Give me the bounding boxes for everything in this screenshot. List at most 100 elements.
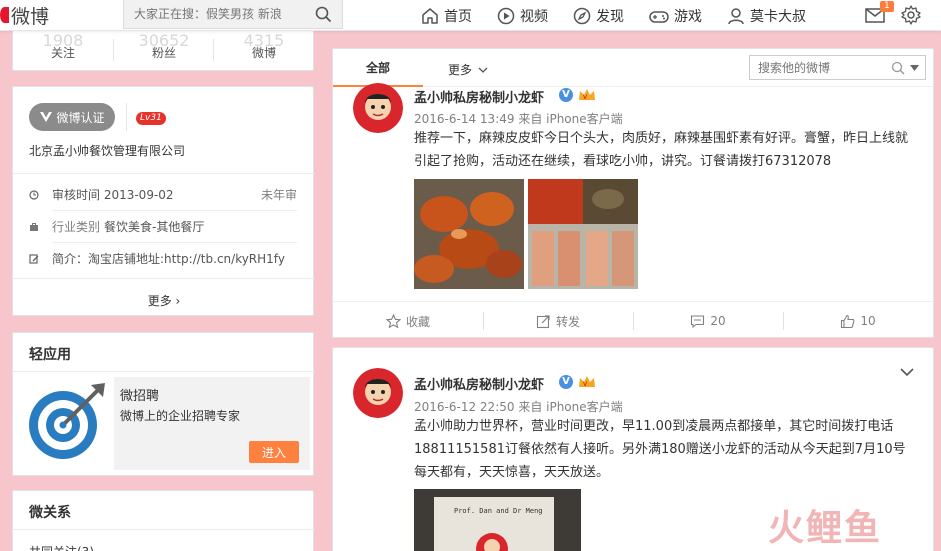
intro-row: 简介：淘宝店铺地址:http://tb.cn/kyRH1fy xyxy=(29,250,297,267)
stat-weibo-label: 微博 xyxy=(251,46,276,60)
feed-search-input[interactable] xyxy=(750,56,885,79)
site-watermark: 火鲤鱼 xyxy=(768,503,882,549)
search-icon[interactable] xyxy=(315,6,332,26)
watermark-text: 火鲤鱼 xyxy=(768,508,883,549)
repost-button[interactable]: 转发 xyxy=(483,302,633,340)
gear-icon[interactable] xyxy=(900,4,922,26)
divider xyxy=(13,371,315,372)
divider xyxy=(53,210,297,211)
review-status: 未年审 xyxy=(260,188,297,202)
post-image-bag[interactable]: Prof. Dan and Dr Meng xyxy=(414,489,581,551)
company-name: 北京孟小帅餐饮管理有限公司 xyxy=(29,144,186,158)
video-icon xyxy=(497,7,515,24)
stat-follow-label: 关注 xyxy=(50,46,75,60)
nav-home[interactable]: 首页 xyxy=(420,6,472,26)
edit-icon xyxy=(29,253,39,264)
tab-more[interactable]: 更多 xyxy=(448,61,488,78)
post-meta: 2016-6-14 13:49 来自 iPhone客户端 xyxy=(414,112,623,126)
target-app-icon[interactable] xyxy=(25,379,111,465)
discover-icon xyxy=(573,7,591,24)
verified-icon: V xyxy=(559,375,573,389)
verified-icon: V xyxy=(559,88,573,102)
caret-down-icon[interactable] xyxy=(910,65,919,71)
post-text: 孟小帅助力世界杯，营业时间更改，早11.00到凌晨两点都接单，其它时间拨打电话1… xyxy=(414,419,906,480)
chevron-down-icon xyxy=(478,67,488,73)
tab-all[interactable]: 全部 xyxy=(333,49,423,87)
author-name[interactable]: 孟小帅私房秘制小龙虾 xyxy=(414,374,544,393)
industry-label: 行业类别 xyxy=(52,220,101,234)
post-meta: 2016-6-12 22:50 来自 iPhone客户端 xyxy=(414,400,623,414)
nav-home-label: 首页 xyxy=(444,8,472,25)
briefcase-icon xyxy=(30,222,38,231)
nav-user-label: 莫卡大叔 xyxy=(750,8,806,25)
message-badge: 1 xyxy=(880,1,894,12)
comment-icon xyxy=(691,314,705,328)
game-icon xyxy=(649,10,669,23)
comment-button[interactable]: 20 xyxy=(633,302,783,340)
avatar[interactable] xyxy=(353,83,403,133)
like-button[interactable]: 10 xyxy=(783,302,933,340)
crown-icon: V xyxy=(579,89,595,101)
light-app-title: 轻应用 xyxy=(29,347,71,363)
favorite-button[interactable]: 收藏 xyxy=(333,302,483,340)
industry-row: 行业类别 餐饮美食-其他餐厅 xyxy=(29,218,297,235)
global-search-input[interactable] xyxy=(124,0,309,28)
feed-card: 全部 更多 孟小帅私房秘制小龙虾 V V 2016-6-14 13:49 来自 … xyxy=(332,48,934,338)
level-badge[interactable]: Lv31 xyxy=(136,112,166,125)
intro-text[interactable]: 简介：淘宝店铺地址:http://tb.cn/kyRH1fy xyxy=(52,250,285,267)
post-action-bar: 收藏 转发 20 10 xyxy=(333,301,933,339)
repost-label: 转发 xyxy=(555,314,580,329)
post-text: 推荐一下，麻辣皮皮虾今日个头大，肉质好，麻辣基围虾素有好评。膏蟹，昨日上线就引起… xyxy=(414,131,909,169)
stat-fans-label: 粉丝 xyxy=(151,46,176,60)
nav-video[interactable]: 视频 xyxy=(496,6,548,26)
favorite-label: 收藏 xyxy=(405,314,430,329)
weibo-logo[interactable]: 微博 xyxy=(0,3,49,28)
tab-more-label: 更多 xyxy=(448,63,473,77)
global-search xyxy=(123,0,343,29)
nav-video-label: 视频 xyxy=(520,8,548,25)
app-name[interactable]: 微招聘 xyxy=(120,385,159,404)
nav-game-label: 游戏 xyxy=(674,8,702,25)
common-follow-link[interactable]: 共同关注(3) xyxy=(29,543,94,551)
like-icon xyxy=(841,314,855,328)
chevron-down-icon[interactable] xyxy=(900,367,914,377)
svg-text:Prof. Dan and Dr Meng: Prof. Dan and Dr Meng xyxy=(454,507,543,515)
nav-game[interactable]: 游戏 xyxy=(648,6,702,26)
nav-discover[interactable]: 发现 xyxy=(572,6,624,26)
author-name[interactable]: 孟小帅私房秘制小龙虾 xyxy=(414,87,544,106)
clock-icon xyxy=(29,189,39,200)
nav-discover-label: 发现 xyxy=(596,8,624,25)
post-image-crabs[interactable] xyxy=(414,179,524,289)
review-row: 审核时间 2013-09-02 未年审 xyxy=(29,186,297,203)
app-description: 微博上的企业招聘专家 xyxy=(120,409,241,423)
industry-value: 餐饮美食-其他餐厅 xyxy=(104,220,205,234)
main-nav: 首页 视频 发现 游戏 莫卡大叔 xyxy=(420,0,830,31)
divider xyxy=(13,278,315,279)
app-info-box: 微招聘 微博上的企业招聘专家 进入 xyxy=(114,377,310,470)
home-icon xyxy=(422,7,438,24)
enter-app-button[interactable]: 进入 xyxy=(249,441,299,463)
divider xyxy=(13,529,315,530)
verify-badge[interactable]: 微博认证 xyxy=(29,103,115,131)
user-icon xyxy=(728,7,744,24)
relations-title: 微关系 xyxy=(29,505,71,521)
repost-icon xyxy=(536,314,550,328)
profile-info-card: 微博认证 Lv31 北京孟小帅餐饮管理有限公司 审核时间 2013-09-02 … xyxy=(12,86,315,316)
comment-count: 20 xyxy=(710,314,726,328)
top-navbar: 微博 首页 视频 发现 游戏 莫卡大叔 1 xyxy=(0,0,941,31)
relations-card: 微关系 共同关注(3) xyxy=(12,490,315,551)
search-icon[interactable] xyxy=(891,61,905,75)
post-image-shrimp[interactable] xyxy=(528,179,638,289)
nav-user[interactable]: 莫卡大叔 xyxy=(726,6,806,26)
light-app-card: 轻应用 微招聘 微博上的企业招聘专家 进入 xyxy=(12,332,315,476)
feed-search xyxy=(749,55,926,80)
feed-tab-bar: 全部 更多 xyxy=(333,49,933,87)
profile-more-link[interactable]: 更多 › xyxy=(13,292,315,309)
review-time: 审核时间 2013-09-02 xyxy=(52,188,174,202)
verified-v-icon xyxy=(40,112,53,122)
star-icon xyxy=(385,313,401,328)
weibo-eye-icon xyxy=(0,7,9,23)
avatar[interactable] xyxy=(353,368,403,418)
like-count: 10 xyxy=(860,314,876,328)
divider xyxy=(126,103,127,131)
